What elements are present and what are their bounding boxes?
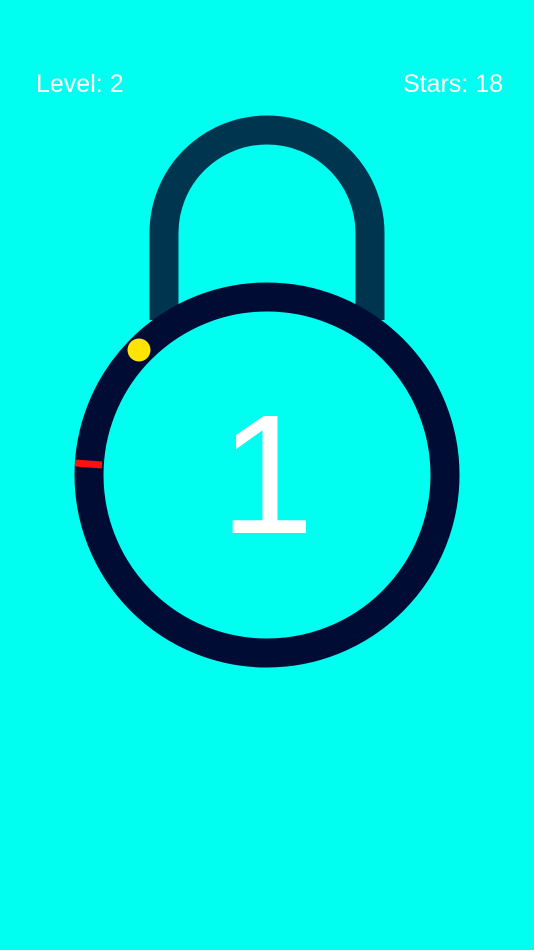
moving-dot [127,338,151,362]
target-marker [74,459,103,469]
game-screen[interactable]: Level: 2 Stars: 18 1 [0,0,534,950]
remaining-count: 1 [219,380,315,570]
